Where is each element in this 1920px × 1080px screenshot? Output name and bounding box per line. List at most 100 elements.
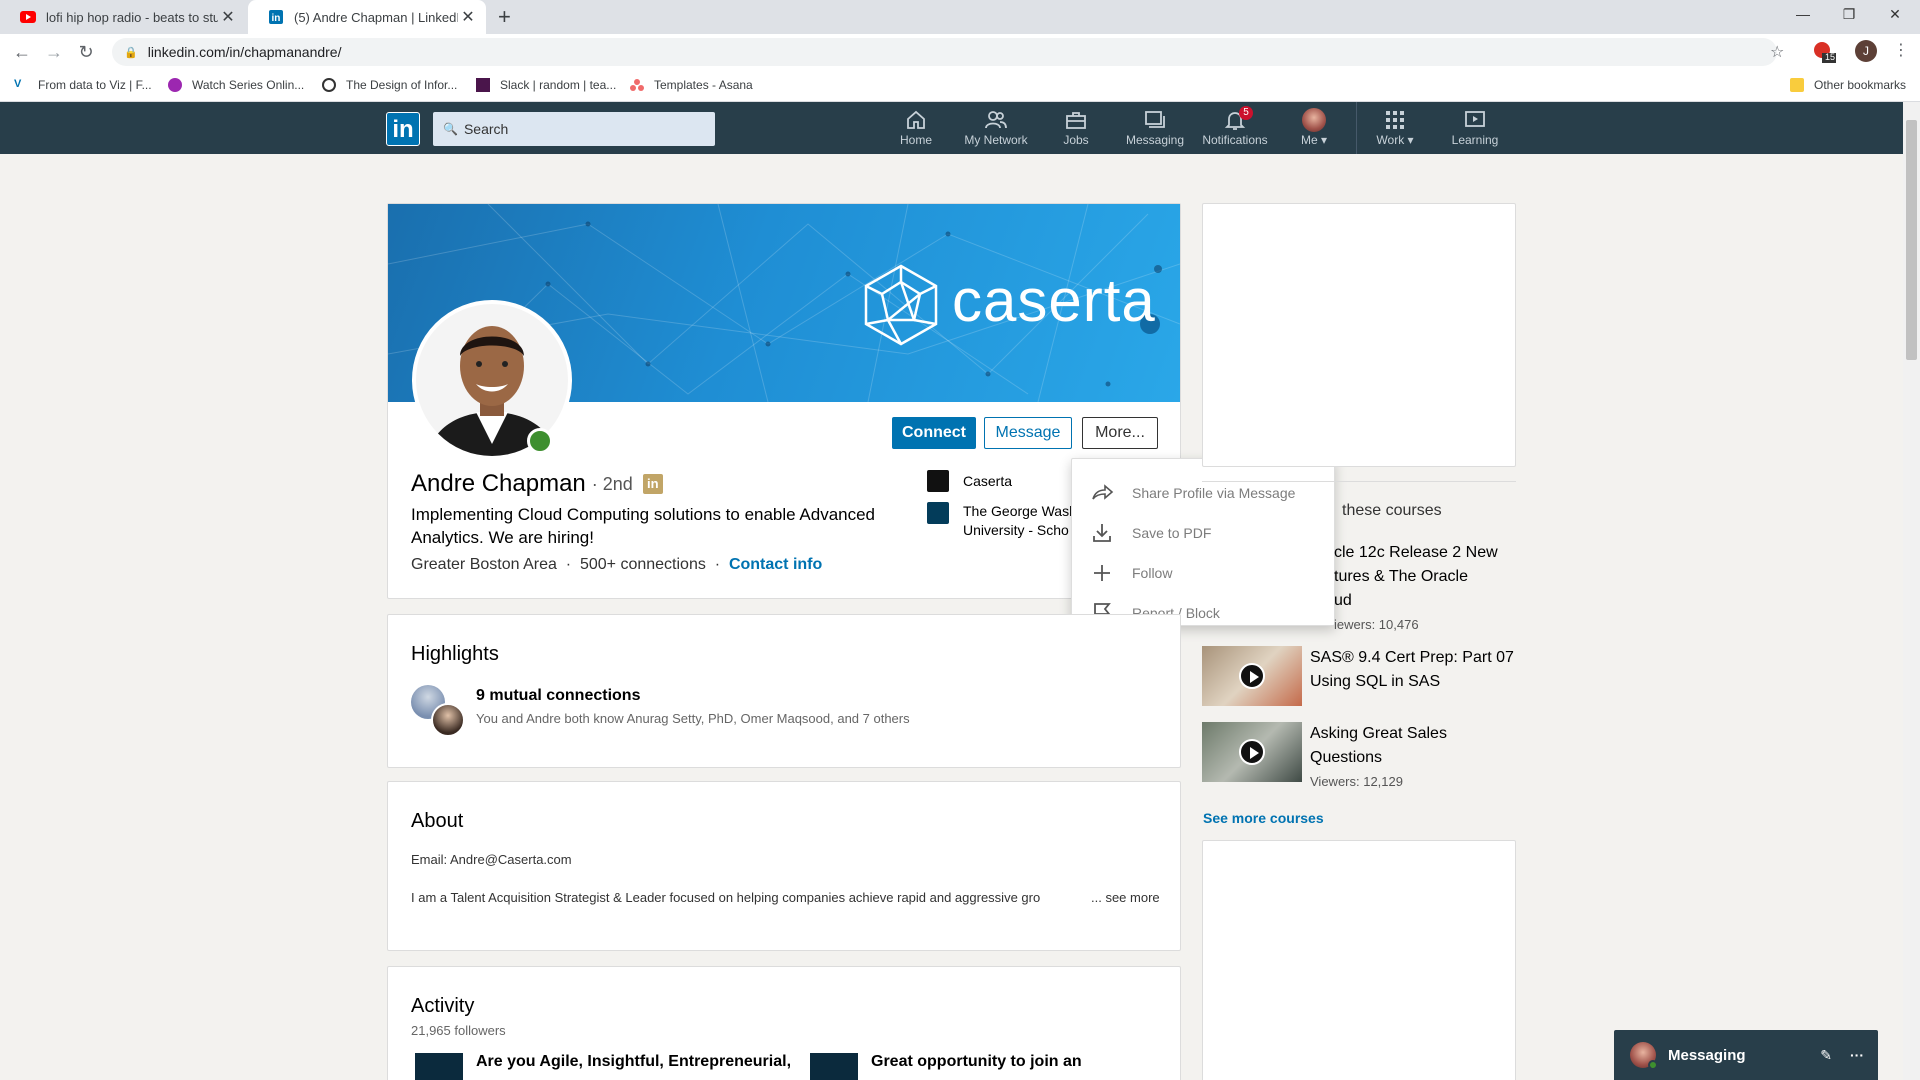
- close-window-icon[interactable]: ✕: [1872, 0, 1918, 30]
- about-email: Email: Andre@Caserta.com: [411, 852, 572, 867]
- nav-me[interactable]: Me ▾: [1294, 108, 1334, 152]
- profile-avatar[interactable]: J: [1855, 40, 1877, 62]
- learning-icon: [1465, 111, 1485, 127]
- menu-item-save-pdf[interactable]: Save to PDF: [1090, 521, 1211, 545]
- messaging-overlay[interactable]: Messaging ✎ ···: [1614, 1030, 1878, 1080]
- banner-brand-text: caserta: [952, 267, 1156, 334]
- other-bookmarks[interactable]: Other bookmarks: [1790, 78, 1906, 92]
- divider: [1202, 481, 1516, 482]
- viz-icon: V: [14, 78, 22, 90]
- asana-icon: [630, 78, 644, 92]
- avatar: [1302, 108, 1326, 132]
- messaging-icon: [1145, 111, 1165, 128]
- svg-text:in: in: [272, 13, 281, 24]
- nav-learning[interactable]: Learning: [1450, 108, 1500, 152]
- mutual-avatars: [411, 685, 467, 741]
- more-options-icon[interactable]: ···: [1850, 1047, 1864, 1063]
- globe-icon: [322, 78, 336, 92]
- bookmark-item[interactable]: Slack | random | tea...: [476, 78, 616, 92]
- connect-button[interactable]: Connect: [892, 417, 976, 449]
- see-more-courses-link[interactable]: See more courses: [1203, 810, 1324, 826]
- restore-icon[interactable]: ❐: [1826, 0, 1872, 30]
- star-icon[interactable]: ☆: [1770, 42, 1784, 62]
- home-icon: [907, 110, 925, 129]
- post-thumbnail[interactable]: [415, 1053, 463, 1080]
- chrome-menu-icon[interactable]: ⋮: [1893, 40, 1909, 60]
- nav-my-network[interactable]: My Network: [960, 108, 1032, 152]
- course-thumbnail: [1202, 646, 1302, 706]
- linkedin-logo[interactable]: in: [386, 112, 420, 146]
- nav-home[interactable]: Home: [890, 108, 942, 152]
- folder-icon: [1790, 78, 1804, 92]
- nav-notifications[interactable]: 5 Notifications: [1198, 106, 1272, 152]
- scrollbar-thumb[interactable]: [1906, 120, 1917, 360]
- location-row: Greater Boston Area · 500+ connections ·…: [411, 556, 823, 573]
- extension-icon[interactable]: 15: [1812, 40, 1836, 69]
- search-input[interactable]: 🔍 Search: [433, 112, 715, 146]
- profile-name: Andre Chapman: [411, 470, 586, 497]
- profile-name-row: Andre Chapman · 2nd in: [411, 470, 663, 498]
- nav-jobs[interactable]: Jobs: [1056, 108, 1096, 152]
- activity-post[interactable]: Great opportunity to join an: [871, 1053, 1082, 1071]
- tab-linkedin[interactable]: in (5) Andre Chapman | LinkedIn ✕: [248, 0, 486, 34]
- minimize-icon[interactable]: —: [1780, 0, 1826, 30]
- linkedin-nav: in 🔍 Search Home My Network Jobs Messagi…: [0, 102, 1903, 154]
- menu-item-share-profile[interactable]: Share Profile via Message: [1090, 481, 1295, 505]
- course-item-sas[interactable]: SAS® 9.4 Cert Prep: Part 07 Using SQL in…: [1202, 646, 1520, 706]
- play-icon: [1239, 663, 1265, 689]
- close-tab-icon[interactable]: ✕: [218, 7, 238, 27]
- nav-work[interactable]: Work ▾: [1370, 108, 1420, 152]
- section-title: Activity: [411, 995, 475, 1017]
- reload-icon[interactable]: ↻: [74, 42, 98, 63]
- more-button[interactable]: More...: [1082, 417, 1158, 449]
- mutual-connections-detail: You and Andre both know Anurag Setty, Ph…: [476, 711, 910, 726]
- section-title: Highlights: [411, 643, 499, 665]
- tab-youtube[interactable]: lofi hip hop radio - beats to stud ✕: [0, 0, 246, 34]
- tab-bar: lofi hip hop radio - beats to stud ✕ in …: [0, 0, 1920, 34]
- grid-icon: [1386, 111, 1404, 129]
- tab-title: (5) Andre Chapman | LinkedIn: [294, 9, 458, 25]
- caserta-logo-icon: [864, 264, 938, 346]
- ad-slot-top: [1202, 203, 1516, 467]
- address-bar[interactable]: 🔒 linkedin.com/in/chapmanandre/: [112, 38, 1777, 66]
- avatar: [431, 703, 465, 737]
- course-item-oracle[interactable]: cle 12c Release 2 New tures & The Oracle…: [1334, 541, 1514, 637]
- caserta-company-icon: [927, 470, 949, 492]
- experience-item-gwu[interactable]: The George Wash University - Scho: [927, 502, 1071, 540]
- bookmark-item[interactable]: Templates - Asana: [630, 78, 753, 92]
- play-icon: [1239, 739, 1265, 765]
- plus-icon: [1094, 565, 1110, 581]
- download-icon: [1093, 524, 1111, 542]
- contact-info-link[interactable]: Contact info: [729, 556, 822, 573]
- experience-item-caserta[interactable]: Caserta: [927, 470, 1012, 492]
- play-circle-icon: [168, 78, 182, 92]
- message-button[interactable]: Message: [984, 417, 1072, 449]
- profile-card: caserta Connect Message More... Andre Ch…: [387, 203, 1181, 599]
- bookmark-item[interactable]: V From data to Viz | F...: [14, 78, 152, 92]
- back-icon[interactable]: ←: [10, 42, 34, 63]
- online-status-indicator: [1648, 1060, 1658, 1070]
- mutual-connections-link[interactable]: 9 mutual connections: [476, 687, 640, 705]
- lock-icon: 🔒: [124, 46, 138, 59]
- menu-item-follow[interactable]: Follow: [1090, 561, 1172, 585]
- close-tab-icon[interactable]: ✕: [458, 7, 478, 27]
- bookmark-item[interactable]: Watch Series Onlin...: [168, 78, 304, 92]
- forward-icon[interactable]: →: [42, 42, 66, 63]
- messaging-label: Messaging: [1668, 1046, 1746, 1064]
- chevron-down-icon: ▾: [1407, 133, 1414, 147]
- courses-header: these courses: [1342, 502, 1442, 519]
- bookmark-item[interactable]: The Design of Infor...: [322, 78, 457, 92]
- university-icon: [927, 502, 949, 524]
- compose-icon[interactable]: ✎: [1820, 1047, 1832, 1064]
- premium-icon: in: [642, 474, 663, 494]
- tab-title: lofi hip hop radio - beats to stud: [46, 9, 218, 25]
- see-more-link[interactable]: ... see more: [1091, 890, 1160, 905]
- activity-card: Activity 21,965 followers Are you Agile,…: [387, 966, 1181, 1080]
- course-item-sales[interactable]: Asking Great Sales Questions Viewers: 12…: [1202, 722, 1520, 794]
- new-tab-icon[interactable]: +: [498, 4, 511, 30]
- connection-degree: · 2nd: [591, 473, 633, 494]
- nav-messaging[interactable]: Messaging: [1124, 108, 1186, 152]
- activity-post[interactable]: Are you Agile, Insightful, Entrepreneuri…: [476, 1053, 791, 1071]
- share-icon: [1092, 484, 1114, 500]
- post-thumbnail[interactable]: [810, 1053, 858, 1080]
